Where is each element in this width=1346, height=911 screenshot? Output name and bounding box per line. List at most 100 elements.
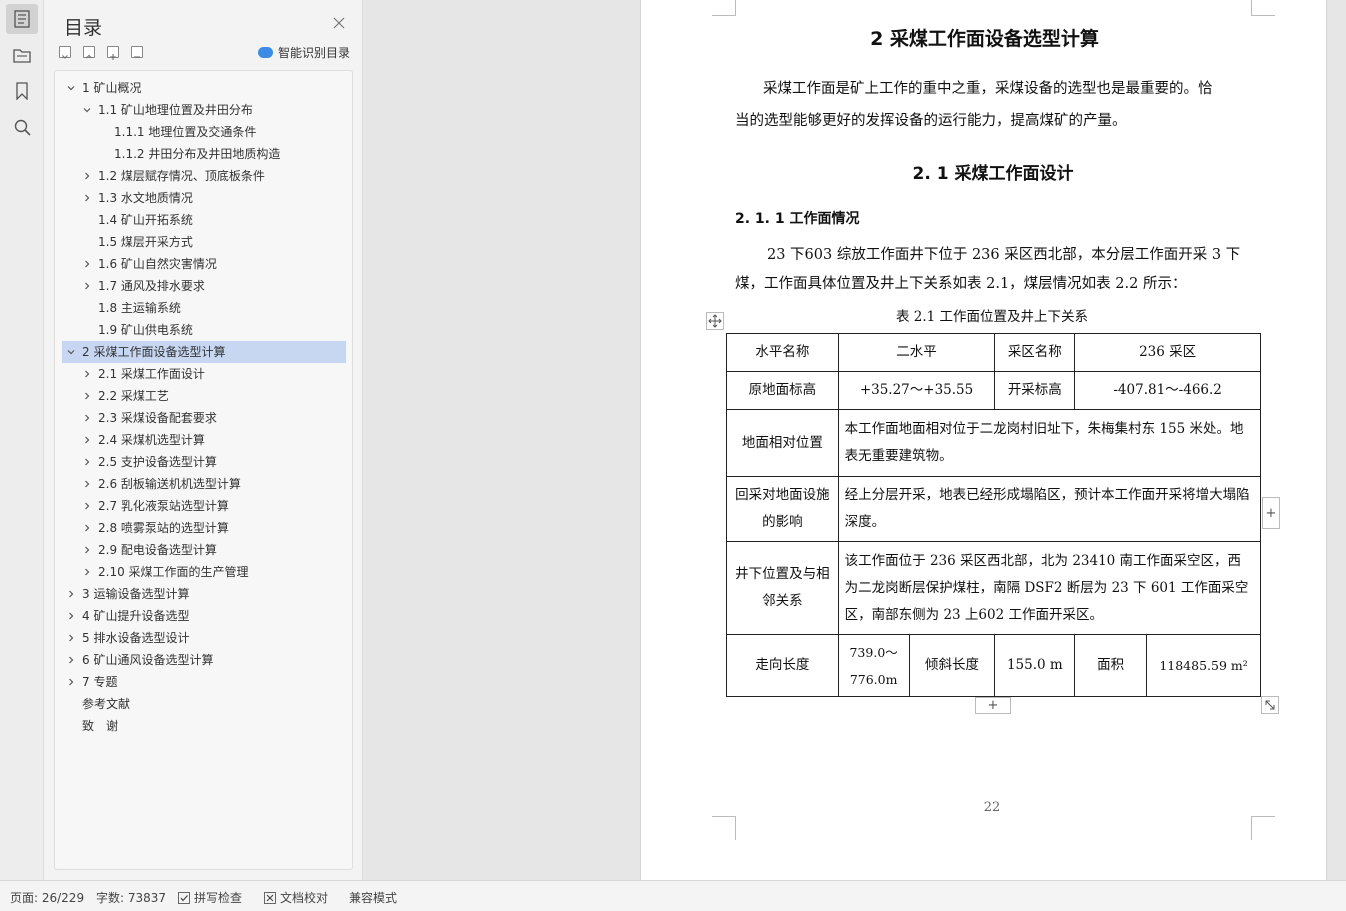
toc-item[interactable]: 2.4 采煤机选型计算 xyxy=(62,429,346,451)
toc-item[interactable]: 1.1 矿山地理位置及井田分布 xyxy=(62,99,346,121)
remove-heading-icon[interactable] xyxy=(131,46,143,58)
toc-item[interactable]: 1.1.1 地理位置及交通条件 xyxy=(62,121,346,143)
chevron-right-icon[interactable] xyxy=(80,407,94,429)
toc-item[interactable]: 致 谢 xyxy=(62,715,346,737)
chevron-right-icon[interactable] xyxy=(80,495,94,517)
word-count[interactable]: 字数: 73837 xyxy=(96,889,166,906)
chevron-right-icon[interactable] xyxy=(64,605,78,627)
add-row-icon[interactable]: + xyxy=(975,697,1011,714)
toc-item[interactable]: 2.9 配电设备选型计算 xyxy=(62,539,346,561)
vertical-scrollbar[interactable] xyxy=(1327,0,1346,880)
search-icon[interactable] xyxy=(6,112,38,142)
chevron-right-icon[interactable] xyxy=(80,561,94,583)
bookmark-icon[interactable] xyxy=(6,76,38,106)
table-cell[interactable]: 水平名称 xyxy=(726,333,839,372)
spell-check-button[interactable]: 拼写检查 xyxy=(178,889,242,906)
table-cell[interactable]: 原地面标高 xyxy=(726,371,839,410)
toc-item[interactable]: 参考文献 xyxy=(62,693,346,715)
toc-item[interactable]: 3 运输设备选型计算 xyxy=(62,583,346,605)
table-cell[interactable]: 236 采区 xyxy=(1074,333,1261,372)
table-cell[interactable]: 面积 xyxy=(1074,634,1148,697)
chevron-right-icon[interactable] xyxy=(80,473,94,495)
chevron-right-icon[interactable] xyxy=(64,671,78,693)
chevron-down-icon[interactable] xyxy=(80,99,94,121)
table-cell[interactable]: 739.0～776.0m xyxy=(837,634,910,697)
chevron-right-icon[interactable] xyxy=(80,275,94,297)
toc-panel-icon[interactable] xyxy=(6,4,38,34)
table-cell[interactable]: 回采对地面设施的影响 xyxy=(726,476,839,542)
chevron-right-icon[interactable] xyxy=(80,253,94,275)
chevron-right-icon[interactable] xyxy=(80,187,94,209)
toc-item[interactable]: 2.8 喷雾泵站的选型计算 xyxy=(62,517,346,539)
table-cell[interactable]: 118485.59 m² xyxy=(1146,634,1261,697)
toc-item-label: 6 矿山通风设备选型计算 xyxy=(82,653,214,667)
chevron-right-icon[interactable] xyxy=(80,363,94,385)
close-icon[interactable] xyxy=(332,15,346,29)
toc-item[interactable]: 1.8 主运输系统 xyxy=(62,297,346,319)
table-cell[interactable]: 二水平 xyxy=(837,333,996,372)
table-resize-icon[interactable] xyxy=(1261,696,1279,714)
toc-item[interactable]: 1 矿山概况 xyxy=(62,77,346,99)
table-cell[interactable]: 本工作面地面相对位于二龙岗村旧址下，朱梅集村东 155 米处。地表无重要建筑物。 xyxy=(837,409,1262,477)
toc-item[interactable]: 2.10 采煤工作面的生产管理 xyxy=(62,561,346,583)
collapse-all-icon[interactable] xyxy=(59,46,71,59)
toc-item[interactable]: 1.1.2 井田分布及井田地质构造 xyxy=(62,143,346,165)
toc-item[interactable]: 6 矿山通风设备选型计算 xyxy=(62,649,346,671)
chevron-right-icon[interactable] xyxy=(64,627,78,649)
chevron-right-icon[interactable] xyxy=(80,385,94,407)
chevron-right-icon[interactable] xyxy=(80,517,94,539)
proofread-button[interactable]: 文档校对 xyxy=(264,889,328,906)
toc-item[interactable]: 1.9 矿山供电系统 xyxy=(62,319,346,341)
toc-item[interactable]: 1.4 矿山开拓系统 xyxy=(62,209,346,231)
toc-item[interactable]: 2.6 刮板输送机机选型计算 xyxy=(62,473,346,495)
toc-item[interactable]: 2.1 采煤工作面设计 xyxy=(62,363,346,385)
toc-item[interactable]: 2.5 支护设备选型计算 xyxy=(62,451,346,473)
chevron-right-icon[interactable] xyxy=(80,451,94,473)
toc-item[interactable]: 1.3 水文地质情况 xyxy=(62,187,346,209)
chevron-down-icon[interactable] xyxy=(64,77,78,99)
toc-item[interactable]: 1.6 矿山自然灾害情况 xyxy=(62,253,346,275)
table-cell[interactable]: 采区名称 xyxy=(994,333,1076,372)
table-cell[interactable]: 开采标高 xyxy=(994,371,1076,410)
toc-item[interactable]: 5 排水设备选型设计 xyxy=(62,627,346,649)
toc-item[interactable]: 2.7 乳化液泵站选型计算 xyxy=(62,495,346,517)
chapter-nav-icon[interactable] xyxy=(6,40,38,70)
toc-item[interactable]: 2.3 采煤设备配套要求 xyxy=(62,407,346,429)
chevron-right-icon[interactable] xyxy=(80,429,94,451)
add-column-icon[interactable]: + xyxy=(1262,497,1280,529)
table-cell[interactable]: 走向长度 xyxy=(726,634,839,697)
smart-toc-button[interactable]: 智能识别目录 xyxy=(258,44,350,60)
table-cell[interactable]: 井下位置及与相邻关系 xyxy=(726,541,839,635)
toc-item[interactable]: 1.7 通风及排水要求 xyxy=(62,275,346,297)
table-cell[interactable]: 该工作面位于 236 采区西北部，北为 23410 南工作面采空区，西为二龙岗断… xyxy=(837,541,1262,635)
table-cell[interactable]: 155.0 m xyxy=(994,634,1076,697)
table-move-handle-icon[interactable] xyxy=(706,312,724,330)
chevron-right-icon[interactable] xyxy=(80,539,94,561)
toc-item[interactable]: 7 专题 xyxy=(62,671,346,693)
table-row: 走向长度 739.0～776.0m 倾斜长度 155.0 m 面积 118485… xyxy=(726,634,1261,697)
toc-item-label: 1.5 煤层开采方式 xyxy=(98,235,193,249)
toc-item-label: 1.1.2 井田分布及井田地质构造 xyxy=(114,147,281,161)
margin-corner-mark xyxy=(712,0,736,16)
toc-item-label: 2.2 采煤工艺 xyxy=(98,389,169,403)
table-cell[interactable]: 倾斜长度 xyxy=(908,634,996,697)
smart-toc-label: 智能识别目录 xyxy=(278,45,351,60)
toc-item[interactable]: 4 矿山提升设备选型 xyxy=(62,605,346,627)
toc-item-label: 4 矿山提升设备选型 xyxy=(82,609,190,623)
chevron-right-icon[interactable] xyxy=(80,165,94,187)
chevron-right-icon[interactable] xyxy=(64,649,78,671)
chevron-down-icon[interactable] xyxy=(64,341,78,363)
toc-item[interactable]: 2 采煤工作面设备选型计算 xyxy=(62,341,346,363)
toc-item[interactable]: 1.2 煤层赋存情况、顶底板条件 xyxy=(62,165,346,187)
table-cell[interactable]: +35.27～+35.55 xyxy=(837,371,996,410)
expand-all-icon[interactable] xyxy=(83,46,95,59)
add-heading-icon[interactable] xyxy=(107,46,119,60)
chevron-right-icon[interactable] xyxy=(64,583,78,605)
toc-item[interactable]: 1.5 煤层开采方式 xyxy=(62,231,346,253)
table-cell[interactable]: -407.81～-466.2 xyxy=(1074,371,1261,410)
table-cell[interactable]: 经上分层开采，地表已经形成塌陷区，预计本工作面开采将增大塌陷深度。 xyxy=(837,476,1262,542)
toc-item-label: 7 专题 xyxy=(82,675,118,689)
toc-item[interactable]: 2.2 采煤工艺 xyxy=(62,385,346,407)
table-cell[interactable]: 地面相对位置 xyxy=(726,409,839,477)
page-count[interactable]: 页面: 26/229 xyxy=(10,889,84,906)
